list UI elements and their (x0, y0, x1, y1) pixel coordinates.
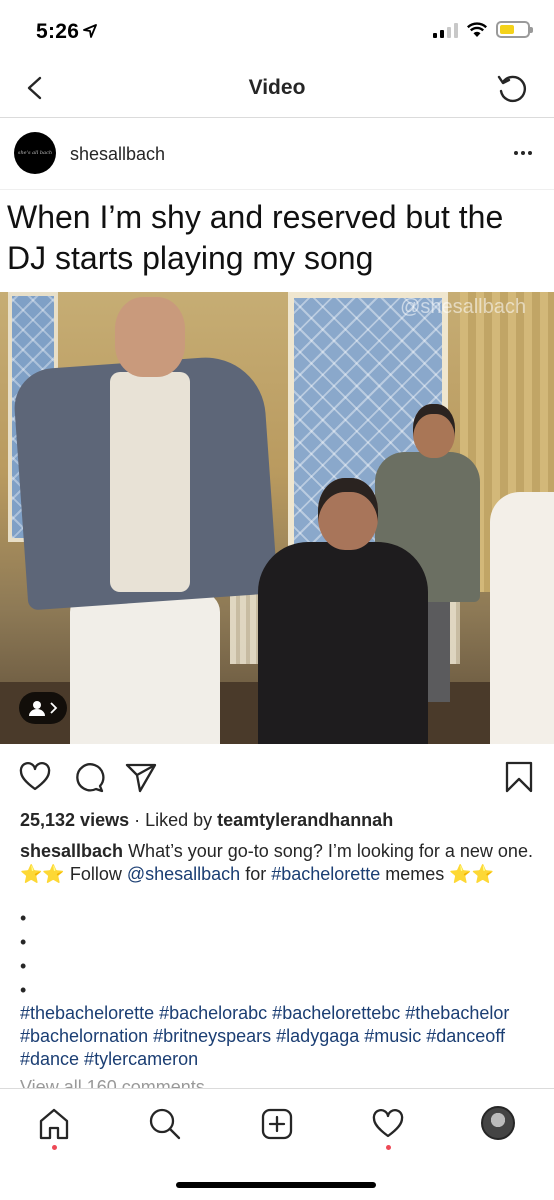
nav-activity-button[interactable] (371, 1107, 405, 1141)
wifi-icon (466, 21, 488, 37)
paper-plane-icon (125, 763, 157, 793)
caption-mention[interactable]: @shesallbach (127, 864, 240, 884)
caption-username[interactable]: shesallbach (20, 841, 123, 861)
post-username[interactable]: shesallbach (70, 144, 165, 165)
video-scene-person (115, 297, 185, 377)
search-icon (149, 1108, 181, 1140)
liked-by-label: · Liked by (129, 810, 218, 830)
action-bar (0, 752, 554, 804)
home-icon (39, 1108, 69, 1140)
view-all-comments-link[interactable]: View all 160 comments (20, 1076, 205, 1088)
refresh-icon (497, 75, 526, 103)
add-post-icon (261, 1108, 293, 1140)
notification-dot (52, 1145, 57, 1150)
nav-header: Video (0, 60, 554, 118)
video-scene-person (70, 592, 220, 744)
location-arrow-icon (83, 24, 98, 42)
caption-bullet: • (20, 932, 27, 952)
like-button[interactable] (18, 760, 52, 794)
caption-bullets: • • • • (20, 906, 26, 1002)
caption-bullet: • (20, 980, 27, 1000)
caption-hashtags[interactable]: #thebachelorette #bachelorabc #bachelore… (20, 1002, 540, 1071)
video-scene-person (258, 542, 428, 744)
caption-text: memes ⭐⭐ (380, 864, 495, 884)
battery-icon (496, 21, 533, 38)
home-indicator[interactable] (176, 1182, 376, 1188)
avatar[interactable]: she's all bach (14, 132, 56, 174)
meme-caption: When I’m shy and reserved but the DJ sta… (7, 199, 504, 276)
bookmark-icon (505, 761, 533, 793)
share-button[interactable] (124, 760, 158, 794)
liked-by-user[interactable]: teamtylerandhannah (217, 810, 393, 830)
video-player[interactable]: @shesallbach (0, 292, 554, 744)
status-bar: 5:26 (0, 0, 554, 60)
caption-hashtag[interactable]: #bachelorette (271, 864, 380, 884)
save-button[interactable] (502, 760, 536, 794)
refresh-button[interactable] (494, 70, 530, 106)
more-options-button[interactable] (510, 144, 536, 162)
status-time: 5:26 (36, 20, 98, 44)
comment-button[interactable] (72, 760, 106, 794)
heart-icon (19, 762, 51, 791)
comment-icon (76, 763, 105, 793)
person-tag-icon (28, 701, 45, 716)
nav-search-button[interactable] (148, 1107, 182, 1141)
video-watermark: @shesallbach (400, 296, 526, 318)
caption-bullet: • (20, 956, 27, 976)
notification-dot (386, 1145, 391, 1150)
video-scene-person (413, 404, 455, 458)
caption-bullet: • (20, 908, 27, 928)
chevron-right-icon (49, 702, 57, 714)
nav-new-post-button[interactable] (260, 1107, 294, 1141)
caption-text: for (240, 864, 272, 884)
video-scene-person (110, 372, 190, 592)
more-options-icon (514, 151, 518, 155)
post-caption: shesallbach What’s your go-to song? I’m … (20, 840, 540, 886)
status-icons (433, 21, 533, 38)
post-header: she's all bach shesallbach (0, 118, 554, 190)
tagged-people-button[interactable] (19, 692, 67, 724)
views-likes-line: 25,132 views · Liked by teamtylerandhann… (20, 810, 393, 831)
video-scene-person (318, 478, 378, 550)
nav-profile-avatar[interactable] (481, 1106, 515, 1140)
signal-icon (433, 22, 458, 38)
nav-home-button[interactable] (37, 1107, 71, 1141)
video-scene-person (490, 492, 554, 744)
heart-icon (372, 1109, 404, 1138)
views-count[interactable]: 25,132 views (20, 810, 129, 830)
page-title: Video (248, 76, 306, 99)
